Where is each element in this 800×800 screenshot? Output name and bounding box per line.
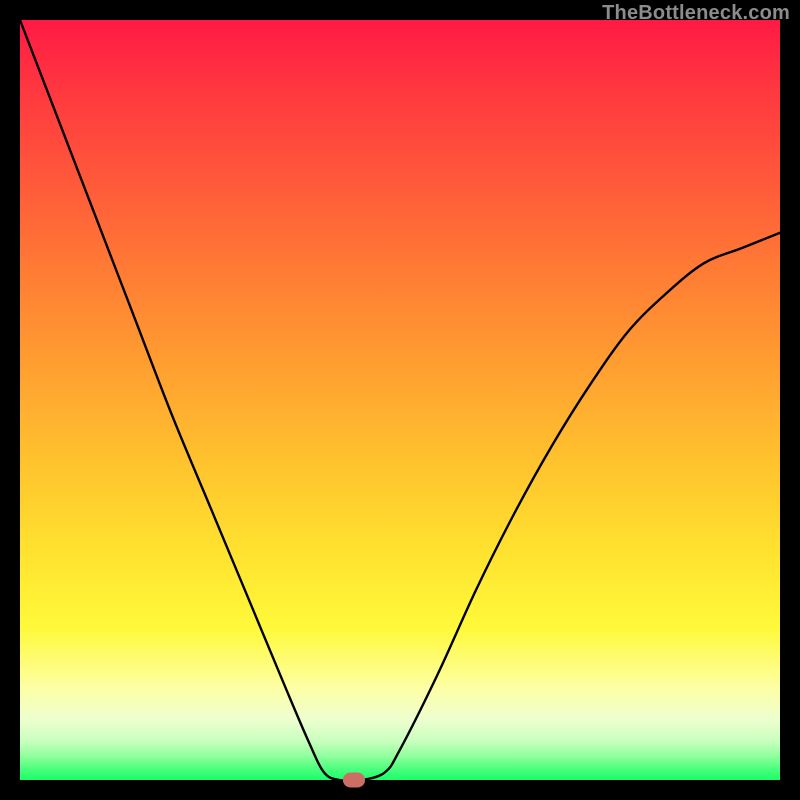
plot-area	[20, 20, 780, 780]
bottleneck-curve	[20, 20, 780, 781]
curve-svg	[20, 20, 780, 780]
chart-frame: TheBottleneck.com	[0, 0, 800, 800]
optimal-point-marker	[343, 773, 365, 788]
